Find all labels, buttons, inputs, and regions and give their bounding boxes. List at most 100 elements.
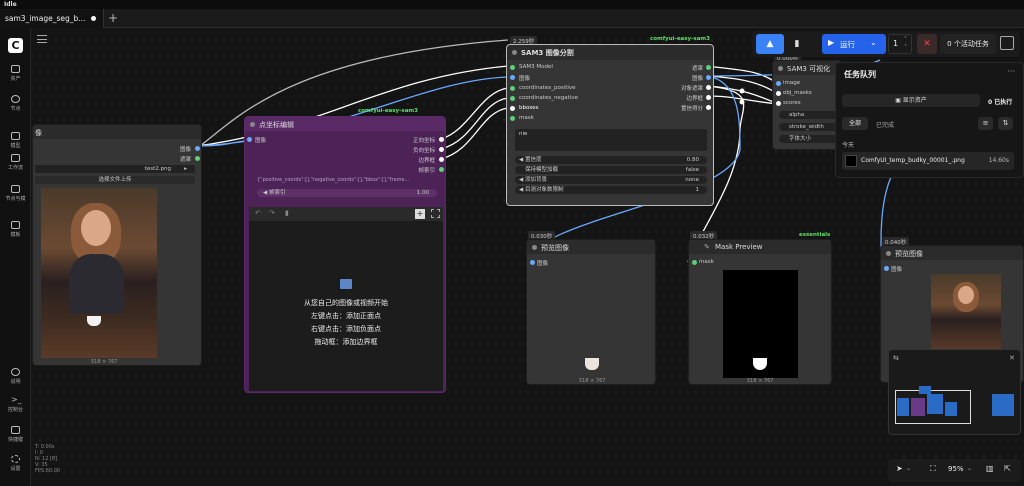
node-title: SAM3 可视化 xyxy=(787,65,831,73)
panel-toggle-icon[interactable] xyxy=(1000,36,1014,50)
help-line: 左键点击：添加正面点 xyxy=(311,312,381,320)
node-collapse-dot[interactable] xyxy=(512,50,517,55)
image-placeholder-icon xyxy=(340,279,352,289)
node-collapse-dot[interactable] xyxy=(532,245,537,250)
output-pin[interactable] xyxy=(706,105,711,110)
add-background-select[interactable]: ◀ 添加背景 none xyxy=(515,176,707,184)
fit-view-icon[interactable]: ⛶ xyxy=(930,464,936,474)
input-pin[interactable] xyxy=(510,106,515,111)
increment-icon[interactable]: ˄ xyxy=(904,36,907,43)
close-icon[interactable]: ✕ xyxy=(1009,354,1015,362)
confidence-widget[interactable]: ◀ 置信度 0.80 xyxy=(515,156,707,164)
output-pin[interactable] xyxy=(706,65,711,70)
output-pin[interactable] xyxy=(439,167,444,172)
output-pin[interactable] xyxy=(706,95,711,100)
chevron-down-icon[interactable]: ⌄ xyxy=(967,465,972,472)
help-line: 右键点击：添加负面点 xyxy=(311,325,381,333)
stroke-width-widget[interactable]: stroke_width xyxy=(779,123,839,131)
widget-label: 置信度 xyxy=(525,157,542,163)
output-pin[interactable] xyxy=(439,137,444,142)
node-collapse-dot[interactable] xyxy=(886,251,891,256)
active-tasks-button[interactable]: 0 个活动任务 xyxy=(940,34,996,54)
input-pin[interactable] xyxy=(247,137,252,142)
input-pin[interactable] xyxy=(692,260,697,265)
run-label: 运行 xyxy=(840,40,855,49)
input-pin[interactable] xyxy=(884,266,889,271)
output-pin[interactable] xyxy=(439,147,444,152)
run-button[interactable]: ▶ 运行 ⌄ xyxy=(822,34,886,54)
zoom-level[interactable]: 95% xyxy=(948,465,964,473)
output-index-slot: 帧索引 xyxy=(418,168,435,174)
input-pin[interactable] xyxy=(530,260,535,265)
input-pin[interactable] xyxy=(510,116,515,121)
points-editor-node[interactable]: 点坐标编辑 图像 正向坐标 负向坐标 边界框 帧索引 {"positive_co… xyxy=(244,116,446,393)
input-pin[interactable] xyxy=(510,86,515,91)
trash-icon[interactable]: ▮ xyxy=(285,209,289,217)
chevron-down-icon[interactable]: ⌄ xyxy=(870,38,877,47)
input-pin[interactable] xyxy=(776,81,781,86)
pointer-icon[interactable]: ➤ xyxy=(896,464,903,473)
input-pin[interactable] xyxy=(776,101,781,106)
image-file-select[interactable]: test2.png ▸ xyxy=(35,165,195,173)
output-slot: 边界框 xyxy=(686,96,703,102)
batch-count-input[interactable]: 1 ˄ ˅ xyxy=(888,34,912,54)
cancel-icon[interactable]: ✕ xyxy=(917,34,937,54)
link-visibility-icon[interactable]: ⇱ xyxy=(1004,464,1011,473)
add-point-icon[interactable]: + xyxy=(415,209,425,219)
output-pin[interactable] xyxy=(706,85,711,90)
font-size-widget[interactable]: 字体大小 xyxy=(779,135,839,143)
input-pin[interactable] xyxy=(776,91,781,96)
node-collapse-dot[interactable] xyxy=(778,66,783,71)
output-pin[interactable] xyxy=(706,75,711,80)
show-assets-button[interactable]: ▣ 显示资产 xyxy=(842,94,980,107)
more-icon[interactable]: ··· xyxy=(1007,67,1015,76)
bookmark-icon[interactable]: ▮ xyxy=(787,34,807,54)
decrement-icon[interactable]: ˅ xyxy=(904,44,907,51)
input-pin[interactable] xyxy=(510,65,515,70)
map-icon[interactable]: ▥ xyxy=(986,464,994,473)
executed-count: 0 已执行 xyxy=(988,99,1013,106)
photo-body xyxy=(69,254,124,314)
widget-label: 添加背景 xyxy=(525,177,548,183)
upload-button[interactable]: 选择文件上传 xyxy=(35,176,195,184)
load-image-node[interactable]: 像 图像 遮罩 test2.png ▸ 选择文件上传 518 × 767 xyxy=(32,124,202,366)
filter-all-tab[interactable]: 全部 xyxy=(842,117,868,130)
redo-icon[interactable]: ↷ xyxy=(269,209,275,217)
chevron-down-icon[interactable]: ⌄ xyxy=(906,465,911,472)
node-collapse-dot[interactable] xyxy=(250,122,255,127)
input-pin[interactable] xyxy=(510,75,515,80)
sort-icon[interactable]: ⇅ xyxy=(998,117,1013,130)
minimap[interactable]: ⇆ ✕ xyxy=(888,349,1021,435)
output-pin[interactable] xyxy=(195,146,200,151)
preview-image xyxy=(931,274,1001,350)
undo-icon[interactable]: ↶ xyxy=(255,209,261,217)
object-limit-widget[interactable]: ◀ 目测对象数限制 1 xyxy=(515,186,707,194)
widget-value: false xyxy=(685,167,699,173)
input-slot: obj_masks xyxy=(783,90,812,96)
filter-done-tab[interactable]: 已完成 xyxy=(876,120,894,129)
input-pin[interactable] xyxy=(510,96,515,101)
filter-icon[interactable]: ≡ xyxy=(978,117,993,130)
prompt-textarea[interactable]: nie xyxy=(515,129,707,151)
sam3-segmentation-node[interactable]: SAM3 图像分割 SAM3 Model 图像 coordinates_posi… xyxy=(506,44,714,206)
image-dims: 518 × 767 xyxy=(747,378,774,384)
coords-text[interactable]: {"positive_coords":[],"negative_coords":… xyxy=(257,177,437,185)
minimap-settings-icon[interactable]: ⇆ xyxy=(893,354,899,362)
preview-image-node[interactable]: 预览图像 图像 518 × 767 xyxy=(526,239,656,385)
points-canvas[interactable]: 从您自己的图像或视频开始 左键点击：添加正面点 右键点击：添加负面点 拖动框：添… xyxy=(249,221,443,391)
mask-preview-node[interactable]: ✎ Mask Preview mask 518 × 767 xyxy=(688,239,832,385)
frame-index-widget[interactable]: ◀ 帧索引 1.00 xyxy=(257,189,437,197)
widget-label: 目测对象数限制 xyxy=(525,187,564,193)
output-pin[interactable] xyxy=(195,156,200,161)
alpha-widget[interactable]: alpha xyxy=(779,111,839,119)
sam3-visualize-node[interactable]: SAM3 可视化 image obj_masks scores alpha st… xyxy=(772,60,842,150)
help-title: 从您自己的图像或视频开始 xyxy=(304,299,388,307)
crop-icon[interactable] xyxy=(431,209,440,218)
queue-item[interactable]: ComfyUI_temp_budky_00001_.png 14.60s xyxy=(842,152,1014,170)
date-group-label: 今天 xyxy=(842,142,855,149)
keep-model-toggle[interactable]: 保持模型加载 false xyxy=(515,166,707,174)
render-stats: T: 0.00s I: 0 N: 12 [8] V: 35 FPS:60.00 xyxy=(35,444,60,474)
mountain-icon[interactable]: ▲ xyxy=(756,34,784,54)
output-bbox-slot: 边界框 xyxy=(418,158,435,164)
output-pin[interactable] xyxy=(439,157,444,162)
